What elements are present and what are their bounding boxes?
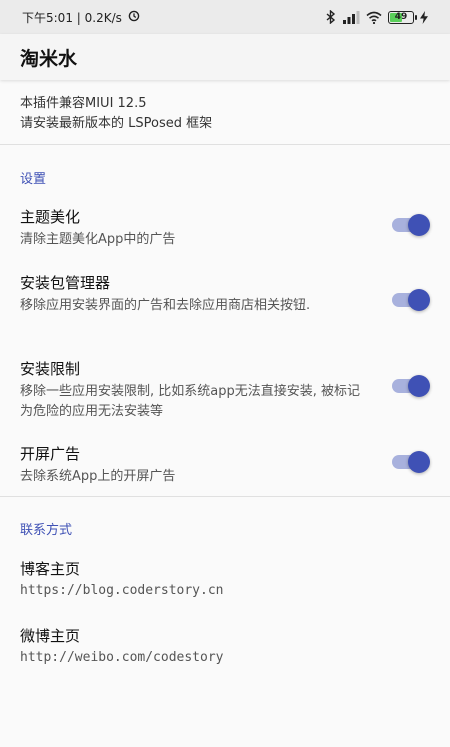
install-restriction-switch[interactable] bbox=[390, 375, 430, 397]
pref-title: 安装限制 bbox=[20, 360, 81, 378]
pref-summary: 移除一些应用安装限制, 比如系统app无法直接安装, 被标记为危险的应用无法安装… bbox=[20, 384, 360, 419]
notice-line-1: 本插件兼容MIUI 12.5 bbox=[20, 96, 147, 111]
contact-section-header: 联系方式 bbox=[20, 523, 73, 538]
divider bbox=[0, 496, 450, 497]
package-installer-switch[interactable] bbox=[390, 289, 430, 311]
battery-level: 49 bbox=[394, 12, 408, 22]
link-url: https://blog.coderstory.cn bbox=[20, 583, 224, 598]
status-bar: 下午5:01 | 0.2K/s 49 bbox=[0, 0, 450, 34]
bluetooth-icon bbox=[326, 10, 336, 24]
link-title: 微博主页 bbox=[20, 627, 81, 645]
pref-install-restriction[interactable]: 安装限制 移除一些应用安装限制, 比如系统app无法直接安装, 被标记为危险的应… bbox=[20, 359, 430, 422]
charging-icon bbox=[420, 10, 428, 24]
wifi-icon bbox=[366, 11, 382, 24]
status-left: 下午5:01 | 0.2K/s bbox=[22, 9, 140, 26]
settings-section-header: 设置 bbox=[20, 172, 47, 187]
notice-line-2: 请安装最新版本的 LSPosed 框架 bbox=[20, 116, 213, 131]
app-bar: 淘米水 bbox=[0, 34, 450, 80]
pref-summary: 移除应用安装界面的广告和去除应用商店相关按钮. bbox=[20, 298, 311, 313]
weibo-link[interactable]: 微博主页 http://weibo.com/codestory bbox=[20, 626, 224, 665]
pref-package-installer[interactable]: 安装包管理器 移除应用安装界面的广告和去除应用商店相关按钮. bbox=[20, 273, 430, 316]
divider bbox=[0, 144, 450, 145]
battery-icon: 49 bbox=[388, 10, 417, 24]
status-time-speed: 下午5:01 | 0.2K/s bbox=[22, 10, 122, 25]
status-right: 49 bbox=[326, 10, 428, 24]
pref-theme-beautify[interactable]: 主题美化 清除主题美化App中的广告 bbox=[20, 207, 430, 250]
compatibility-notice: 本插件兼容MIUI 12.5 请安装最新版本的 LSPosed 框架 bbox=[20, 94, 212, 134]
pref-title: 主题美化 bbox=[20, 208, 81, 226]
pref-summary: 清除主题美化App中的广告 bbox=[20, 232, 176, 247]
splash-ad-switch[interactable] bbox=[390, 451, 430, 473]
signal-icon bbox=[342, 10, 360, 24]
link-url: http://weibo.com/codestory bbox=[20, 650, 224, 665]
link-title: 博客主页 bbox=[20, 560, 81, 578]
pref-splash-ad[interactable]: 开屏广告 去除系统App上的开屏广告 bbox=[20, 444, 430, 487]
blog-link[interactable]: 博客主页 https://blog.coderstory.cn bbox=[20, 559, 224, 598]
pref-title: 开屏广告 bbox=[20, 445, 81, 463]
alarm-icon bbox=[128, 10, 140, 25]
pref-summary: 去除系统App上的开屏广告 bbox=[20, 469, 176, 484]
pref-title: 安装包管理器 bbox=[20, 274, 111, 292]
app-title: 淘米水 bbox=[20, 47, 78, 70]
theme-beautify-switch[interactable] bbox=[390, 214, 430, 236]
